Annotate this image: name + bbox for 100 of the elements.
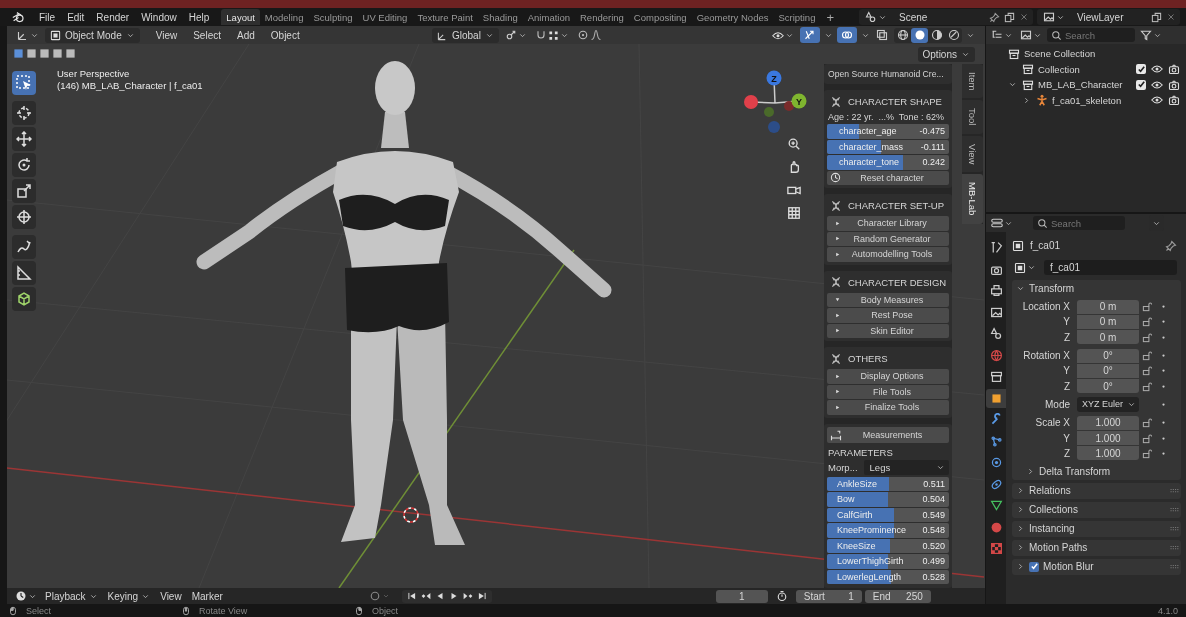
mode-dropdown[interactable]: Object Mode <box>45 27 140 43</box>
add-workspace-button[interactable]: + <box>820 9 840 25</box>
gizmo-toggle[interactable] <box>800 27 820 43</box>
select-mode-icon[interactable] <box>39 48 50 59</box>
section-toggle-button[interactable]: Skin Editor <box>827 323 949 338</box>
checkbox[interactable] <box>1136 79 1146 90</box>
eye-icon[interactable] <box>1151 63 1163 76</box>
previous-keyframe-icon[interactable] <box>420 591 431 601</box>
close-icon[interactable] <box>1019 12 1029 22</box>
section-toggle-button[interactable]: Character Library <box>827 216 949 231</box>
tool-button[interactable] <box>12 101 36 125</box>
search-field[interactable]: Search <box>1033 216 1125 230</box>
start-frame-field[interactable]: Start 1 <box>795 589 862 603</box>
tool-button[interactable] <box>12 179 36 203</box>
section-toggle-button[interactable]: Display Options <box>827 369 949 384</box>
outliner-item[interactable]: f_ca01_skeleton <box>986 92 1186 108</box>
lock-icon[interactable] <box>1142 417 1153 429</box>
sidebar-tab[interactable]: Item <box>962 64 983 99</box>
tool-button[interactable] <box>12 235 36 259</box>
shading-button[interactable] <box>911 27 928 43</box>
lock-icon[interactable] <box>1142 331 1153 343</box>
tool-button[interactable] <box>12 205 36 229</box>
menu-item[interactable]: Edit <box>61 9 91 25</box>
menu-item[interactable]: Object <box>264 27 306 43</box>
select-mode-icon[interactable] <box>26 48 37 59</box>
copy-icon[interactable] <box>1004 11 1015 23</box>
slider-field[interactable]: character_mass -0.111 <box>827 139 949 154</box>
checkbox[interactable] <box>1029 561 1039 572</box>
section-toggle-button[interactable]: Automodelling Tools <box>827 247 949 262</box>
menu-item[interactable]: Keying <box>103 588 155 604</box>
eye-icon[interactable] <box>1151 78 1163 91</box>
section-toggle-button[interactable]: Body Measures <box>827 292 949 307</box>
options-dropdown[interactable]: Options <box>917 47 975 62</box>
outliner-item[interactable]: Scene Collection <box>986 46 1186 62</box>
camera-icon[interactable] <box>1168 78 1180 91</box>
number-field[interactable]: 0° <box>1077 348 1139 363</box>
overlay-toggle[interactable] <box>837 27 857 43</box>
panel-header[interactable]: Motion Blur <box>1012 558 1181 575</box>
workspace-tab[interactable]: Shading <box>477 9 523 25</box>
panel-header[interactable]: Relations <box>1012 482 1181 499</box>
lock-icon[interactable] <box>1142 447 1153 459</box>
menu-item[interactable]: Marker <box>187 588 227 604</box>
menu-item[interactable]: File <box>33 9 62 25</box>
outliner-item[interactable]: Collection <box>986 61 1186 77</box>
properties-tab[interactable] <box>986 388 1006 408</box>
workspace-tab[interactable]: Animation <box>522 9 575 25</box>
menu-item[interactable]: Add <box>231 27 261 43</box>
number-field[interactable]: 0° <box>1077 379 1139 394</box>
workspace-tab[interactable]: UV Editing <box>357 9 413 25</box>
workspace-tab[interactable]: Modeling <box>259 9 309 25</box>
workspace-tab[interactable]: Geometry Nodes <box>691 9 774 25</box>
panel-header[interactable]: Transform <box>1012 280 1181 296</box>
menu-item[interactable]: Playback <box>41 588 102 604</box>
workspace-tab[interactable]: Sculpting <box>308 9 358 25</box>
number-field[interactable]: 1.000 <box>1077 446 1139 461</box>
lock-icon[interactable] <box>1142 380 1153 392</box>
copy-icon[interactable] <box>1151 11 1162 23</box>
morph-dropdown[interactable]: Legs <box>863 459 949 475</box>
number-field[interactable]: 1.000 <box>1077 431 1139 445</box>
tool-button[interactable] <box>12 127 36 151</box>
end-frame-field[interactable]: End 250 <box>864 589 931 603</box>
reset-character-button[interactable]: Reset character <box>827 170 949 185</box>
menu-item[interactable]: View <box>156 588 186 604</box>
number-field[interactable]: 0 m <box>1077 314 1139 329</box>
slider-field[interactable]: LowerThighGirth 0.499 <box>827 554 949 569</box>
section-toggle-button[interactable]: Finalize Tools <box>827 400 949 415</box>
lock-icon[interactable] <box>1142 301 1153 313</box>
select-mode-icon[interactable] <box>52 48 63 59</box>
workspace-tab[interactable]: Layout <box>221 9 260 25</box>
slider-field[interactable]: KneeProminence 0.548 <box>827 523 949 538</box>
number-field[interactable]: 0 m <box>1077 330 1139 345</box>
number-field[interactable]: 0 m <box>1077 299 1139 314</box>
panel-header[interactable]: Motion Paths <box>1012 539 1181 556</box>
section-toggle-button[interactable]: Random Generator <box>827 231 949 246</box>
number-field[interactable]: 1.000 <box>1077 415 1139 430</box>
workspace-tab[interactable]: Compositing <box>628 9 692 25</box>
section-toggle-button[interactable]: Rest Pose <box>827 308 949 323</box>
xray-toggle[interactable] <box>874 27 890 43</box>
current-frame-field[interactable]: 1 <box>715 589 768 603</box>
mode-dropdown[interactable]: XYZ Euler <box>1077 396 1139 412</box>
outliner-item[interactable]: MB_LAB_Character <box>986 77 1186 93</box>
panel-header[interactable]: Instancing <box>1012 520 1181 537</box>
sidebar-tab[interactable]: View <box>962 135 983 173</box>
orientation-dropdown[interactable]: Global <box>431 27 499 43</box>
lock-icon[interactable] <box>1142 350 1153 362</box>
sub-panel-header[interactable]: Delta Transform <box>1012 463 1111 480</box>
sidebar-tab[interactable]: Tool <box>962 100 983 134</box>
menu-item[interactable]: View <box>149 27 184 43</box>
checkbox[interactable] <box>1136 64 1146 75</box>
slider-field[interactable]: CalfGirth 0.549 <box>827 507 949 522</box>
number-field[interactable]: 0° <box>1077 363 1139 378</box>
lock-icon[interactable] <box>1142 365 1153 377</box>
section-toggle-button[interactable]: File Tools <box>827 384 949 399</box>
measurements-button[interactable]: Measurements <box>827 426 949 443</box>
panel-header[interactable]: Collections <box>1012 501 1181 518</box>
slider-field[interactable]: character_tone 0.242 <box>827 155 949 170</box>
menu-item[interactable]: Help <box>182 9 216 25</box>
workspace-tab[interactable]: Rendering <box>575 9 629 25</box>
camera-icon[interactable] <box>1168 63 1180 76</box>
camera-icon[interactable] <box>1168 94 1180 107</box>
